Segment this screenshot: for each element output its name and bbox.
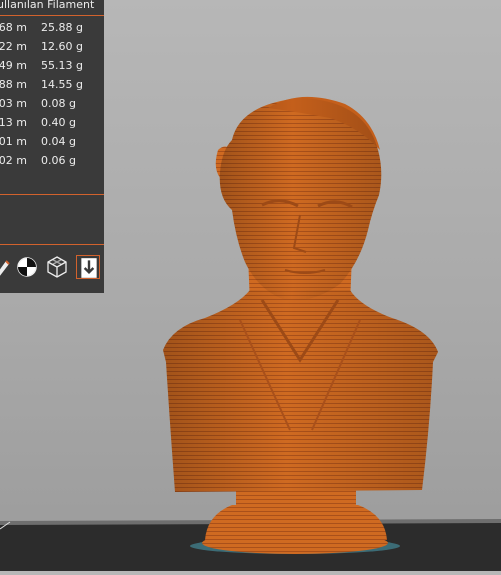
divider	[0, 15, 104, 16]
filament-row: 02 m 0.06 g	[0, 151, 104, 170]
filament-weight: 55.13 g	[41, 59, 83, 72]
filament-weight: 12.60 g	[41, 40, 83, 53]
filament-length: 68 m	[0, 21, 27, 34]
filament-length: 03 m	[0, 97, 27, 110]
filament-usage-panel: ullanılan Filament 68 m 25.88 g 22 m 12.…	[0, 0, 104, 293]
filament-weight: 14.55 g	[41, 78, 83, 91]
view-toolbar	[0, 253, 104, 283]
paint-icon[interactable]	[0, 255, 14, 279]
filament-row: 88 m 14.55 g	[0, 75, 104, 94]
color-scheme-icon[interactable]	[15, 255, 39, 279]
filament-length: 13 m	[0, 116, 27, 129]
filament-length: 22 m	[0, 40, 27, 53]
filament-row: 3.49 m 55.13 g	[0, 56, 104, 75]
download-arrow-icon[interactable]	[76, 255, 100, 279]
filament-length: 88 m	[0, 78, 27, 91]
divider	[0, 194, 104, 195]
filament-length: 3.49 m	[0, 59, 27, 72]
filament-weight: 0.08 g	[41, 97, 76, 110]
filament-row: 03 m 0.08 g	[0, 94, 104, 113]
filament-row: 22 m 12.60 g	[0, 37, 104, 56]
filament-header-label: ullanılan Filament	[0, 0, 95, 11]
filament-weight: 0.04 g	[41, 135, 76, 148]
filament-list: 68 m 25.88 g 22 m 12.60 g 3.49 m 55.13 g…	[0, 18, 104, 170]
filament-weight: 0.06 g	[41, 154, 76, 167]
filament-row: 01 m 0.04 g	[0, 132, 104, 151]
wireframe-cube-icon[interactable]	[45, 255, 69, 279]
panel-header: ullanılan Filament	[0, 0, 104, 15]
divider	[0, 244, 104, 245]
filament-row: 13 m 0.40 g	[0, 113, 104, 132]
filament-length: 01 m	[0, 135, 27, 148]
filament-weight: 25.88 g	[41, 21, 83, 34]
filament-weight: 0.40 g	[41, 116, 76, 129]
filament-row: 68 m 25.88 g	[0, 18, 104, 37]
filament-length: 02 m	[0, 154, 27, 167]
bust	[163, 96, 438, 554]
